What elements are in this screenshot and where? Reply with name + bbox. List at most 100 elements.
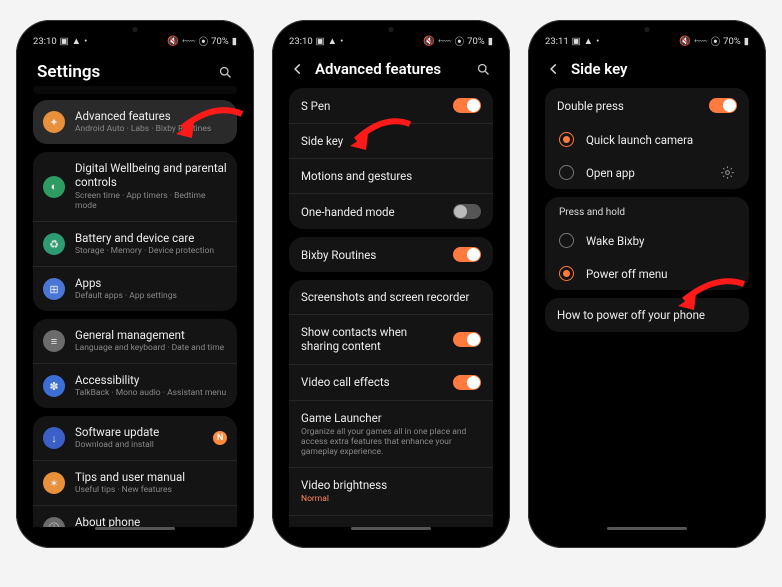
advanced-features-list[interactable]: S Pen Side key Motions and gestures One-… xyxy=(279,88,503,527)
phone-frame-2: 23:10 ▣ ▲ • 🔇 ⬳ ⦿ 70% ▮ Advanced feature… xyxy=(272,20,510,548)
radio-open-app[interactable]: Open app xyxy=(545,156,749,189)
update-badge: N xyxy=(213,431,227,445)
status-icon-dot: • xyxy=(596,36,599,47)
tips-icon: ✶ xyxy=(43,472,65,494)
radio-icon[interactable] xyxy=(559,233,574,248)
toggle-contacts[interactable] xyxy=(453,332,481,347)
item-title: Advanced features xyxy=(75,109,227,123)
toggle-s-pen[interactable] xyxy=(453,98,481,113)
toggle-double-press[interactable] xyxy=(709,98,737,113)
camera-notch xyxy=(387,25,396,34)
status-battery-pct: 70% xyxy=(211,36,229,47)
status-icon-cloud: ▣ xyxy=(572,36,581,47)
about-icon: ⓘ xyxy=(43,517,65,527)
row-game-launcher[interactable]: Game Launcher Organize all your games al… xyxy=(289,400,493,468)
status-icon-dot: • xyxy=(340,36,343,47)
battery-icon: ▮ xyxy=(232,36,237,47)
status-icon-nfc: ⦿ xyxy=(199,34,209,48)
toggle-video-call[interactable] xyxy=(453,375,481,390)
status-icon-wifi: ⬳ xyxy=(182,36,196,47)
row-motions[interactable]: Motions and gestures xyxy=(289,158,493,193)
row-video-brightness[interactable]: Video brightness Normal xyxy=(289,467,493,514)
status-time: 23:10 xyxy=(289,36,313,47)
page-title: Side key xyxy=(571,60,747,78)
settings-item-general[interactable]: ≡ General management Language and keyboa… xyxy=(33,319,237,363)
page-header: Side key xyxy=(535,52,759,88)
row-double-press[interactable]: Double press xyxy=(545,88,749,123)
nav-handle[interactable] xyxy=(351,527,431,530)
settings-item-battery[interactable]: ♻ Battery and device care Storage · Memo… xyxy=(33,221,237,266)
row-show-contacts[interactable]: Show contacts when sharing content xyxy=(289,314,493,364)
item-subtitle: Android Auto · Labs · Bixby Routines xyxy=(75,124,227,135)
status-icon-nfc: ⦿ xyxy=(711,34,721,48)
page-title: Settings xyxy=(37,62,208,82)
update-icon: ↓ xyxy=(43,427,65,449)
nav-handle[interactable] xyxy=(607,527,687,530)
status-icon-alarm: ▲ xyxy=(584,36,593,47)
toggle-bixby[interactable] xyxy=(453,247,481,262)
status-time: 23:11 xyxy=(545,36,569,47)
battery-icon: ▮ xyxy=(488,36,493,47)
phone-frame-3: 23:11 ▣ ▲ • 🔇 ⬳ ⦿ 70% ▮ Side key Double … xyxy=(528,20,766,548)
row-screenshots[interactable]: Screenshots and screen recorder xyxy=(289,280,493,314)
page-header: Advanced features xyxy=(279,52,503,88)
radio-icon[interactable] xyxy=(559,266,574,281)
page-header: Settings xyxy=(23,52,247,86)
nav-handle[interactable] xyxy=(95,527,175,530)
status-icon-cloud: ▣ xyxy=(316,36,325,47)
radio-quick-launch-camera[interactable]: Quick launch camera xyxy=(545,123,749,156)
battery-care-icon: ♻ xyxy=(43,233,65,255)
scroll-blur xyxy=(33,86,237,94)
general-icon: ≡ xyxy=(43,330,65,352)
settings-item-software-update[interactable]: ↓ Software update Download and install N xyxy=(33,416,237,460)
camera-notch xyxy=(643,25,652,34)
status-icon-mute: 🔇 xyxy=(423,36,435,47)
search-icon[interactable] xyxy=(476,62,491,77)
section-press-hold: Press and hold xyxy=(545,197,749,224)
search-icon[interactable] xyxy=(218,65,233,80)
back-icon[interactable] xyxy=(547,62,561,76)
wellbeing-icon: ◐ xyxy=(43,176,65,198)
status-icon-alarm: ▲ xyxy=(72,36,81,47)
radio-power-off-menu[interactable]: Power off menu xyxy=(545,257,749,290)
row-side-key[interactable]: Side key xyxy=(289,123,493,158)
status-icon-dot: • xyxy=(84,36,87,47)
page-title: Advanced features xyxy=(315,60,466,78)
status-icon-cloud: ▣ xyxy=(60,36,69,47)
radio-icon[interactable] xyxy=(559,165,574,180)
status-battery-pct: 70% xyxy=(467,36,485,47)
camera-notch xyxy=(131,25,140,34)
back-icon[interactable] xyxy=(291,62,305,76)
status-battery-pct: 70% xyxy=(723,36,741,47)
settings-item-digital-wellbeing[interactable]: ◐ Digital Wellbeing and parental control… xyxy=(33,152,237,221)
status-icon-mute: 🔇 xyxy=(167,36,179,47)
toggle-one-handed[interactable] xyxy=(453,204,481,219)
apps-icon: ⊞ xyxy=(43,278,65,300)
status-icon-mute: 🔇 xyxy=(679,36,691,47)
radio-wake-bixby[interactable]: Wake Bixby xyxy=(545,224,749,257)
settings-item-accessibility[interactable]: ✽ Accessibility TalkBack · Mono audio · … xyxy=(33,363,237,408)
status-icon-wifi: ⬳ xyxy=(694,36,708,47)
row-how-to-power-off[interactable]: How to power off your phone xyxy=(545,298,749,332)
battery-icon: ▮ xyxy=(744,36,749,47)
accessibility-icon: ✽ xyxy=(43,375,65,397)
settings-item-advanced-features[interactable]: ✦ Advanced features Android Auto · Labs … xyxy=(33,100,237,144)
settings-item-about[interactable]: ⓘ About phone Status · Legal information… xyxy=(33,505,237,527)
status-time: 23:10 xyxy=(33,36,57,47)
phone-frame-1: 23:10 ▣ ▲ • 🔇 ⬳ ⦿ 70% ▮ Settings ✦ xyxy=(16,20,254,548)
status-icon-nfc: ⦿ xyxy=(455,34,465,48)
settings-item-apps[interactable]: ⊞ Apps Default apps · App settings xyxy=(33,266,237,311)
status-icon-alarm: ▲ xyxy=(328,36,337,47)
gear-icon: ✦ xyxy=(43,111,65,133)
radio-icon[interactable] xyxy=(559,132,574,147)
settings-item-tips[interactable]: ✶ Tips and user manual Useful tips · New… xyxy=(33,460,237,505)
row-s-pen[interactable]: S Pen xyxy=(289,88,493,123)
row-dual-messenger[interactable]: Dual Messenger xyxy=(289,515,493,528)
row-video-call[interactable]: Video call effects xyxy=(289,364,493,400)
status-icon-wifi: ⬳ xyxy=(438,36,452,47)
row-bixby-routines[interactable]: Bixby Routines xyxy=(289,237,493,272)
settings-list[interactable]: ✦ Advanced features Android Auto · Labs … xyxy=(23,100,247,527)
gear-icon[interactable] xyxy=(720,165,735,180)
side-key-settings: Double press Quick launch camera Open ap… xyxy=(535,88,759,527)
row-one-handed[interactable]: One-handed mode xyxy=(289,193,493,229)
